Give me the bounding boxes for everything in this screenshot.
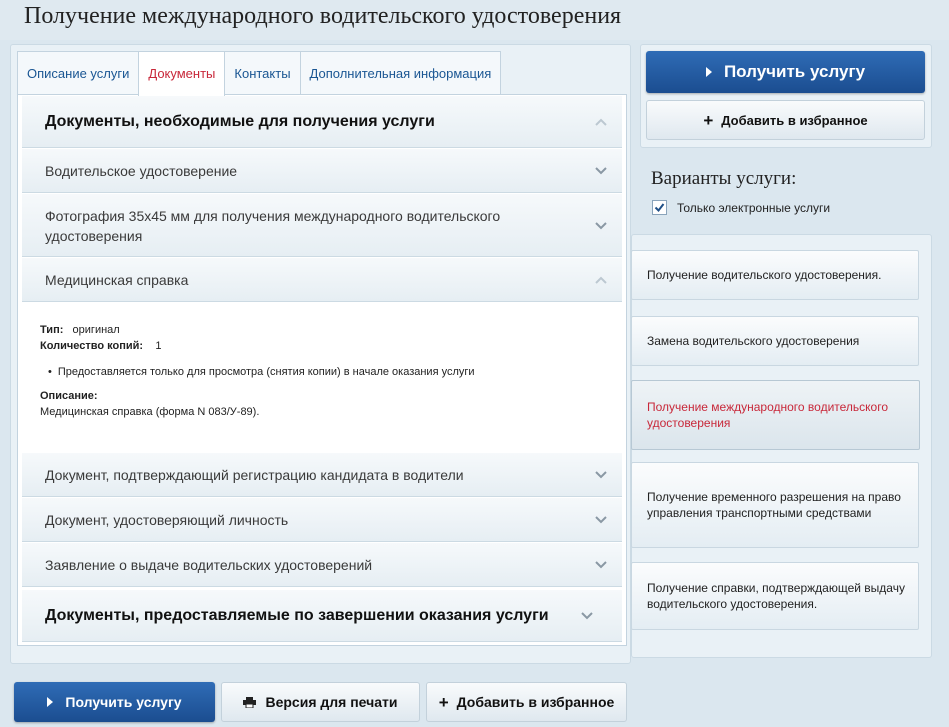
variant-item[interactable]: Получение водительского удостоверения.: [631, 250, 919, 300]
electronic-only-label: Только электронные услуги: [677, 200, 831, 215]
checkmark-icon: [654, 203, 665, 213]
chevron-down-icon: [595, 471, 607, 479]
doc-item-label: Документ, удостоверяющий личность: [45, 512, 289, 528]
doc-item-registration[interactable]: Документ, подтверждающий регистрацию кан…: [22, 453, 622, 497]
chevron-down-icon: [581, 612, 593, 620]
tab-contacts[interactable]: Контакты: [224, 51, 301, 95]
electronic-only-checkbox[interactable]: [652, 200, 667, 215]
detail-copies-value: 1: [155, 340, 162, 352]
print-version-button[interactable]: Версия для печати: [221, 682, 420, 722]
plus-icon: +: [703, 110, 714, 130]
doc-item-label: Заявление о выдаче водительских удостове…: [45, 557, 373, 573]
variant-item[interactable]: Получение справки, подтверждающей выдачу…: [631, 562, 919, 630]
detail-notes: Предоставляется только для просмотра (сн…: [48, 364, 610, 380]
bottom-get-service-button[interactable]: Получить услугу: [14, 682, 215, 722]
doc-item-label: Документ, подтверждающий регистрацию кан…: [45, 467, 464, 483]
detail-type-value: оригинал: [72, 324, 120, 336]
doc-item-label: Фотография 35х45 мм для получения междун…: [45, 208, 501, 244]
variant-item[interactable]: Замена водительского удостоверения: [631, 316, 919, 366]
print-version-label: Версия для печати: [265, 694, 398, 710]
plus-icon: +: [438, 692, 449, 712]
doc-item-driver-license[interactable]: Водительское удостоверение: [22, 149, 622, 193]
bottom-add-favorite-button[interactable]: + Добавить в избранное: [426, 682, 627, 722]
detail-note: Предоставляется только для просмотра (сн…: [48, 364, 610, 380]
page-title: Получение международного водительского у…: [24, 3, 622, 29]
chevron-down-icon: [595, 561, 607, 569]
play-icon: [705, 67, 712, 77]
doc-item-photo[interactable]: Фотография 35х45 мм для получения междун…: [22, 194, 622, 257]
doc-item-identity[interactable]: Документ, удостоверяющий личность: [22, 498, 622, 542]
variants-title: Варианты услуги:: [651, 168, 797, 189]
add-favorite-button[interactable]: + Добавить в избранное: [646, 100, 925, 140]
medical-certificate-detail: Тип: оригинал Количество копий: 1 Предос…: [40, 322, 610, 420]
detail-type-label: Тип:: [40, 324, 64, 336]
variant-item-active[interactable]: Получение международного водительского у…: [631, 380, 920, 450]
doc-item-label: Водительское удостоверение: [45, 163, 238, 179]
tab-description[interactable]: Описание услуги: [17, 51, 140, 95]
title-bar: Получение международного водительского у…: [0, 0, 949, 40]
detail-copies-label: Количество копий:: [40, 340, 144, 352]
play-icon: [47, 697, 54, 707]
variant-item[interactable]: Получение временного разрешения на право…: [631, 462, 919, 548]
detail-type-row: Тип: оригинал: [40, 322, 610, 338]
chevron-down-icon: [595, 516, 607, 524]
printer-icon: [243, 696, 257, 708]
section-required-label: Документы, необходимые для получения усл…: [45, 113, 435, 130]
doc-item-medical-certificate[interactable]: Медицинская справка: [22, 258, 622, 302]
tab-bar: Описание услуги Документы Контакты Допол…: [17, 51, 502, 96]
chevron-up-icon: [595, 118, 607, 126]
detail-description-label: Описание:: [40, 390, 98, 402]
chevron-down-icon: [595, 222, 607, 230]
add-favorite-label: Добавить в избранное: [721, 112, 868, 128]
get-service-button[interactable]: Получить услугу: [646, 51, 925, 93]
doc-item-application[interactable]: Заявление о выдаче водительских удостове…: [22, 543, 622, 587]
section-completion-label: Документы, предоставляемые по завершении…: [45, 607, 549, 624]
chevron-down-icon: [595, 167, 607, 175]
section-completion-documents[interactable]: Документы, предоставляемые по завершении…: [22, 590, 622, 642]
chevron-up-icon: [595, 276, 607, 284]
doc-item-label: Медицинская справка: [45, 272, 189, 288]
bottom-add-favorite-label: Добавить в избранное: [456, 694, 615, 710]
section-required-documents[interactable]: Документы, необходимые для получения усл…: [22, 96, 622, 148]
detail-description-value: Медицинская справка (форма N 083/У-89).: [40, 406, 260, 418]
detail-copies-row: Количество копий: 1: [40, 338, 610, 354]
get-service-label: Получить услугу: [723, 62, 866, 81]
tab-documents[interactable]: Документы: [138, 51, 226, 96]
bottom-get-service-label: Получить услугу: [65, 694, 182, 710]
tab-additional-info[interactable]: Дополнительная информация: [299, 51, 502, 95]
electronic-only-filter: Только электронные услуги: [652, 200, 830, 215]
